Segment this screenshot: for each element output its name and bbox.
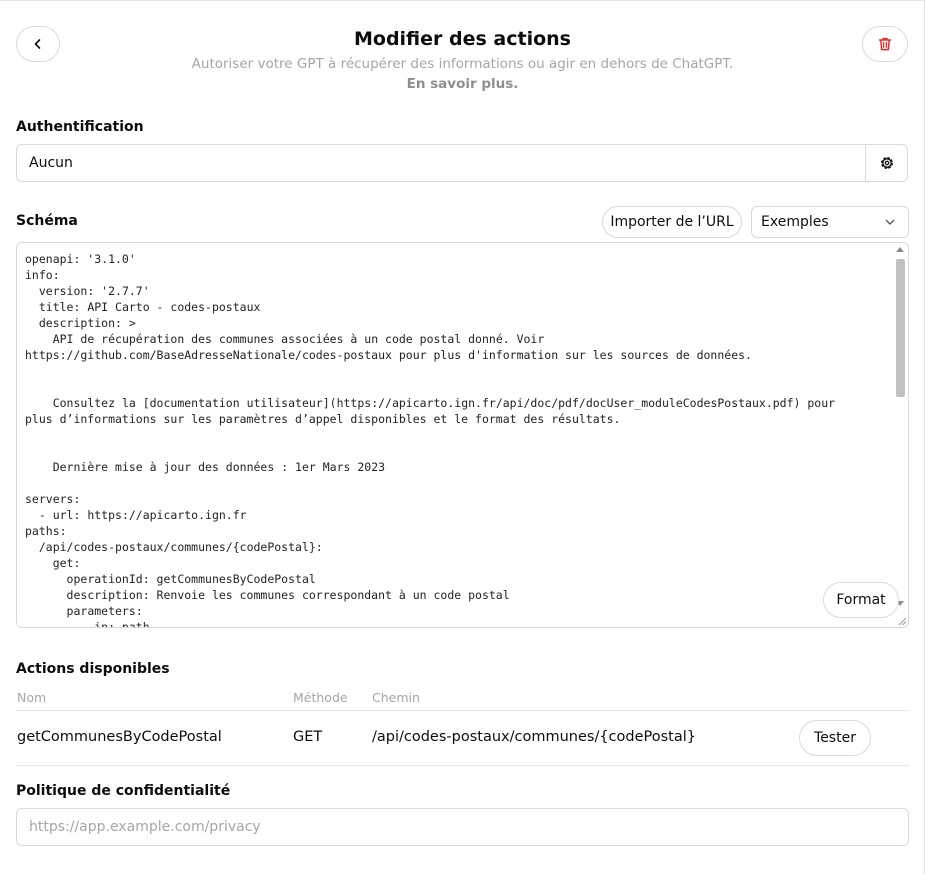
examples-select[interactable]: Exemples — [751, 206, 909, 238]
column-header-method: Méthode — [293, 690, 348, 705]
privacy-url-input[interactable] — [16, 808, 909, 846]
column-header-name: Nom — [17, 690, 47, 705]
format-button[interactable]: Format — [823, 582, 899, 618]
auth-field[interactable]: Aucun — [16, 144, 908, 182]
learn-more-link[interactable]: En savoir plus. — [0, 76, 925, 92]
test-action-button[interactable]: Tester — [799, 720, 871, 756]
column-header-path: Chemin — [372, 690, 420, 705]
schema-label: Schéma — [16, 213, 78, 229]
scroll-thumb[interactable] — [896, 259, 905, 397]
resize-handle-icon[interactable] — [897, 616, 907, 626]
action-path: /api/codes-postaux/communes/{codePostal} — [372, 729, 697, 745]
trash-icon — [878, 37, 892, 51]
page-subtitle: Autoriser votre GPT à récupérer des info… — [191, 56, 734, 72]
import-from-url-button[interactable]: Importer de l’URL — [602, 206, 742, 238]
examples-select-value: Exemples — [761, 214, 829, 230]
schema-code[interactable]: openapi: '3.1.0' info: version: '2.7.7' … — [25, 251, 885, 627]
auth-label: Authentification — [16, 119, 144, 135]
action-name: getCommunesByCodePostal — [17, 729, 222, 745]
gear-icon — [880, 157, 893, 169]
divider — [16, 710, 909, 711]
privacy-label: Politique de confidentialité — [16, 783, 231, 799]
scroll-up-arrow-icon[interactable] — [896, 247, 904, 252]
actions-label: Actions disponibles — [16, 661, 170, 677]
auth-settings-button[interactable] — [865, 145, 907, 181]
action-method: GET — [293, 729, 323, 745]
chevron-down-icon — [885, 219, 895, 225]
divider — [16, 765, 909, 766]
page-title: Modifier des actions — [353, 28, 571, 50]
schema-editor[interactable]: openapi: '3.1.0' info: version: '2.7.7' … — [16, 242, 909, 628]
schema-scrollbar[interactable] — [894, 245, 906, 625]
auth-value: Aucun — [29, 155, 73, 171]
delete-button[interactable] — [862, 26, 908, 62]
